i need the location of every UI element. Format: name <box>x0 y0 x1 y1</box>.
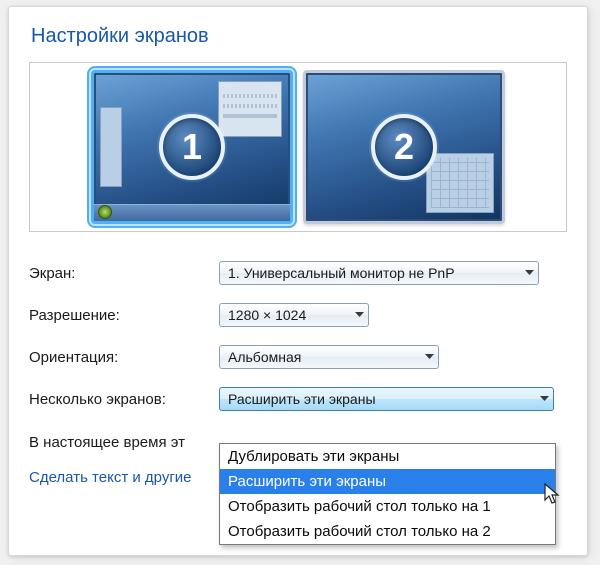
monitor-1-taskbar-glyph <box>94 204 290 221</box>
multiple-displays-dropdown-list[interactable]: Дублировать эти экраныРасширить эти экра… <box>219 443 556 545</box>
page-title: Настройки экранов <box>31 25 567 48</box>
row-screen: Экран: 1. Универсальный монитор не PnP <box>29 252 567 294</box>
multiple-displays-select-value: Расширить эти экраны <box>228 391 376 407</box>
label-screen: Экран: <box>29 265 219 282</box>
dropdown-arrow-icon <box>540 396 549 402</box>
monitor-2-calendar-glyph <box>426 153 494 213</box>
orientation-select-value: Альбомная <box>228 349 301 365</box>
monitor-1-window-glyph <box>218 81 282 137</box>
multiple-displays-option[interactable]: Расширить эти экраны <box>220 469 555 494</box>
dropdown-arrow-icon <box>425 354 434 360</box>
dropdown-arrow-icon <box>525 270 534 276</box>
monitor-1[interactable]: 1 <box>91 70 293 224</box>
label-multiple-displays: Несколько экранов: <box>29 391 219 408</box>
row-multiple-displays: Несколько экранов: Расширить эти экраны <box>29 378 567 420</box>
multiple-displays-option[interactable]: Дублировать эти экраны <box>220 444 555 469</box>
dropdown-arrow-icon <box>355 312 364 318</box>
multiple-displays-option[interactable]: Отобразить рабочий стол только на 2 <box>220 519 555 544</box>
label-orientation: Ориентация: <box>29 349 219 366</box>
resolution-select[interactable]: 1280 × 1024 <box>219 303 369 327</box>
monitor-arrangement-area[interactable]: 1 2 <box>29 62 567 232</box>
multiple-displays-option[interactable]: Отобразить рабочий стол только на 1 <box>220 494 555 519</box>
resolution-select-value: 1280 × 1024 <box>228 307 306 323</box>
monitor-2-number: 2 <box>371 114 437 180</box>
monitor-2[interactable]: 2 <box>303 70 505 224</box>
screen-select-value: 1. Универсальный монитор не PnP <box>228 265 455 281</box>
monitor-1-number: 1 <box>159 114 225 180</box>
orientation-select[interactable]: Альбомная <box>219 345 439 369</box>
display-settings-panel: Настройки экранов 1 2 Экран: 1. Универса… <box>8 6 588 556</box>
screen-select[interactable]: 1. Универсальный монитор не PnP <box>219 261 539 285</box>
monitor-1-sidebar-glyph <box>100 107 122 187</box>
row-resolution: Разрешение: 1280 × 1024 <box>29 294 567 336</box>
label-resolution: Разрешение: <box>29 307 219 324</box>
start-orb-icon <box>98 205 112 219</box>
row-orientation: Ориентация: Альбомная <box>29 336 567 378</box>
multiple-displays-select[interactable]: Расширить эти экраны <box>219 387 554 411</box>
text-size-link[interactable]: Сделать текст и другие <box>29 469 192 486</box>
